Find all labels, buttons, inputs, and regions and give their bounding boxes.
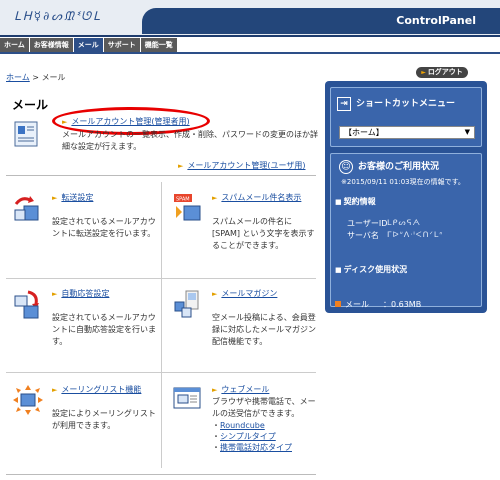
usage-status-panel: ☺ お客様のご利用状況 ※2015/09/11 01:03現在の情報です。 契約情…: [330, 153, 482, 307]
breadcrumb: ホーム > メール: [6, 72, 66, 83]
mail-magazine-link[interactable]: メールマガジン: [212, 288, 277, 299]
forward-settings-link[interactable]: 転送設定: [52, 192, 93, 203]
status-timestamp: ※2015/09/11 01:03現在の情報です。: [341, 178, 465, 186]
magazine-icon: [174, 290, 199, 318]
tab-features[interactable]: 機能一覧: [140, 38, 177, 52]
status-title: お客様のご利用状況: [358, 162, 440, 172]
page-title: メール: [12, 98, 49, 112]
grid-divider-vertical: [161, 182, 162, 468]
disk-value: ：0.63MB: [383, 300, 422, 309]
webmail-desc: ブラウザや携帯電話で、メールの送受信ができます。: [212, 397, 316, 418]
control-panel-bar: ControlPanel: [142, 8, 500, 34]
feature-grid: 転送設定 設定されているメールアカウントに転送設定を行います。 SPAM スパム…: [6, 182, 316, 476]
roundcube-link[interactable]: Roundcube: [220, 421, 265, 430]
disk-label: メール: [345, 300, 369, 309]
simple-type-link[interactable]: シンプルタイプ: [220, 432, 276, 441]
breadcrumb-current: メール: [41, 73, 66, 82]
webmail-link[interactable]: ウェブメール: [212, 384, 269, 395]
shortcut-selected: 【ホーム】: [344, 128, 384, 137]
mobile-type-link[interactable]: 携帯電話対応タイプ: [220, 443, 292, 452]
smiley-icon: ☺: [339, 159, 353, 174]
user-id-row: ユーザーID ᒪᑭᔕᕋᗅ: [347, 218, 420, 229]
server-value: ᒥᐅᐡᐱᐧᑊᐸᑎᐟᒪᐢ: [387, 230, 444, 239]
feature-cell: メールマガジン 空メール投稿による、会員登録に対応したメールマガジン配信機能です…: [166, 282, 316, 377]
disk-usage-row: メール ：0.63MB: [335, 299, 421, 310]
spam-subject-link[interactable]: スパムメール件名表示: [212, 192, 301, 203]
tab-home[interactable]: ホーム: [0, 38, 29, 52]
mail-account-admin-desc: メールアカウントの一覧表示、作成・削除、パスワードの変更のほか詳細な設定が行えま…: [62, 130, 318, 151]
forward-icon: [14, 196, 39, 221]
mailing-list-icon: [13, 385, 43, 415]
tab-customer-info[interactable]: お客様情報: [29, 38, 73, 52]
mail-account-user-link[interactable]: メールアカウント管理(ユーザ用): [178, 160, 305, 171]
divider: [6, 175, 316, 176]
spam-subject-desc: スパムメールの件名に [SPAM] という文字を表示することができます。: [212, 217, 315, 250]
autoreply-icon: [14, 290, 39, 319]
shortcut-icon: ⇥: [337, 96, 351, 111]
server-row: サーバ名 ᒥᐅᐡᐱᐧᑊᐸᑎᐟᒪᐢ: [347, 230, 442, 241]
spam-icon: SPAM: [174, 194, 201, 221]
bottom-divider: [6, 474, 316, 475]
mailing-list-link[interactable]: メーリングリスト機能: [52, 384, 141, 395]
feature-cell: 転送設定 設定されているメールアカウントに転送設定を行います。: [6, 186, 156, 281]
webmail-icon: [173, 387, 201, 409]
breadcrumb-separator: >: [29, 73, 42, 82]
autoreply-link[interactable]: 自動応答設定: [52, 288, 109, 299]
webmail-sublinks: ・Roundcube ・シンプルタイプ ・携帯電話対応タイプ: [212, 421, 292, 452]
feature-cell: 自動応答設定 設定されているメールアカウントに自動応答設定を行います。: [6, 282, 156, 377]
server-label: サーバ名: [347, 231, 379, 240]
contract-info-heading: 契約情報: [335, 196, 376, 207]
mail-magazine-desc: 空メール投稿による、会員登録に対応したメールマガジン配信機能です。: [212, 313, 316, 346]
account-card-icon: [14, 121, 38, 147]
feature-cell: メーリングリスト機能 設定によりメーリングリストが利用できます。: [6, 378, 156, 473]
shortcut-title: ショートカットメニュー: [356, 99, 456, 109]
disk-legend-square: [335, 301, 341, 307]
nav-tabs: ホーム お客様情報 メール サポート 機能一覧: [0, 38, 177, 52]
disk-usage-heading: ディスク使用状況: [335, 264, 407, 275]
control-panel-title: ControlPanel: [396, 14, 476, 27]
feature-cell: SPAM スパムメール件名表示 スパムメールの件名に [SPAM] という文字を…: [166, 186, 316, 281]
header: ᒪᕼ☿∂ᔕᙢᓫᘎᒪ ControlPanel: [0, 0, 500, 37]
feature-cell: ウェブメール ブラウザや携帯電話で、メールの送受信ができます。 ・Roundcu…: [166, 378, 316, 473]
logout-button[interactable]: ログアウト: [416, 67, 468, 78]
chevron-down-icon: ▼: [464, 128, 470, 136]
logo[interactable]: ᒪᕼ☿∂ᔕᙢᓫᘎᒪ: [14, 9, 102, 24]
mailing-list-desc: 設定によりメーリングリストが利用できます。: [52, 409, 156, 430]
sidebar: ⇥ ショートカットメニュー 【ホーム】 ▼ ☺ お客様のご利用状況 ※2015/09…: [325, 81, 487, 313]
tab-mail[interactable]: メール: [73, 38, 103, 52]
shortcut-select[interactable]: 【ホーム】 ▼: [339, 126, 475, 139]
forward-settings-desc: 設定されているメールアカウントに転送設定を行います。: [52, 217, 156, 238]
user-id-value: ᒪᑭᔕᕋᗅ: [387, 218, 421, 227]
tab-support[interactable]: サポート: [103, 38, 140, 52]
tab-underline: [0, 52, 500, 54]
autoreply-desc: 設定されているメールアカウントに自動応答設定を行います。: [52, 313, 156, 346]
svg-text:SPAM: SPAM: [176, 197, 190, 203]
breadcrumb-home-link[interactable]: ホーム: [6, 73, 30, 82]
user-id-label: ユーザーID: [347, 219, 388, 228]
shortcut-menu: ⇥ ショートカットメニュー 【ホーム】 ▼: [330, 87, 482, 147]
